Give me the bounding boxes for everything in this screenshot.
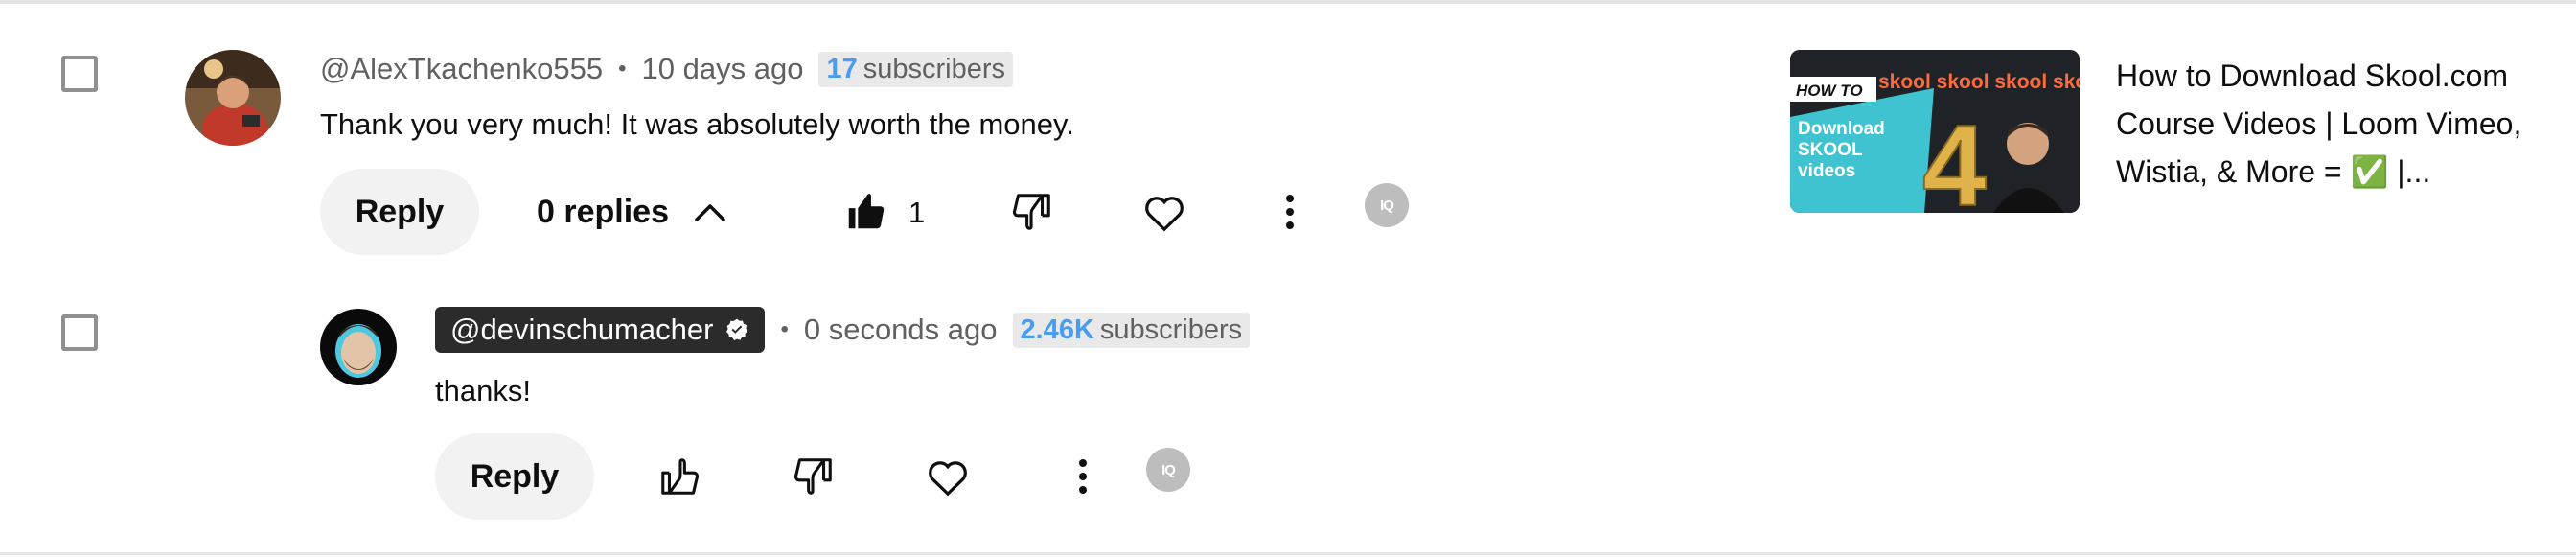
more-vert-icon[interactable]: [1284, 192, 1296, 232]
thumbs-up-icon[interactable]: [657, 454, 702, 499]
author-name[interactable]: @AlexTkachenko555: [320, 52, 603, 86]
video-title-text: How to Download Skool.com Course Videos …: [2116, 58, 2522, 189]
like-count: 1: [908, 196, 926, 229]
heart-icon[interactable]: [1142, 192, 1186, 232]
extension-iq-icon[interactable]: IQ: [1365, 183, 1409, 227]
more-vert-icon[interactable]: [1077, 456, 1089, 497]
avatar[interactable]: [320, 309, 397, 385]
subscriber-label: subscribers: [862, 53, 1006, 84]
subscriber-badge: 2.46K subscribers: [1012, 312, 1251, 348]
bottom-divider: [0, 552, 2576, 555]
thumbs-up-filled-icon[interactable]: [843, 190, 887, 234]
reply-button[interactable]: Reply: [320, 169, 479, 255]
heart-icon[interactable]: [926, 456, 970, 497]
comment-header: @devinschumacher • 0 seconds ago 2.46K s…: [435, 305, 1251, 355]
subscriber-badge: 17 subscribers: [818, 51, 1014, 87]
replies-label: 0 replies: [537, 193, 669, 230]
subscriber-label: subscribers: [1099, 314, 1243, 345]
avatar[interactable]: [185, 50, 281, 146]
subscriber-count: 17: [826, 53, 858, 84]
video-title[interactable]: How to Download Skool.com Course Videos …: [2116, 52, 2538, 196]
extension-iq-icon[interactable]: IQ: [1146, 448, 1190, 492]
comment-text: thanks!: [435, 374, 531, 407]
chevron-up-icon: [695, 204, 725, 221]
video-thumbnail[interactable]: HOW TO skool skool skool skoo Download S…: [1790, 50, 2080, 213]
subscriber-count: 2.46K: [1020, 314, 1094, 345]
thumbs-down-icon[interactable]: [792, 454, 836, 499]
author-name: @devinschumacher: [450, 313, 714, 346]
comment-text: Thank you very much! It was absolutely w…: [320, 107, 1074, 141]
thumb-number: 4: [1922, 102, 1987, 213]
thumbs-down-icon[interactable]: [1010, 190, 1054, 234]
reply-button[interactable]: Reply: [435, 433, 594, 520]
comment-header: @AlexTkachenko555 • 10 days ago 17 subsc…: [320, 50, 1014, 88]
comment-select-checkbox[interactable]: [61, 56, 98, 92]
comment-select-checkbox[interactable]: [61, 314, 98, 351]
thumb-body-line-1: Download: [1798, 119, 1885, 139]
separator-dot: •: [780, 316, 789, 342]
thumb-body-line-3: videos: [1798, 161, 1855, 181]
thumb-brand-text: skool skool skool skoo: [1878, 71, 2080, 93]
channel-owner-badge[interactable]: @devinschumacher: [435, 307, 766, 353]
separator-dot: •: [618, 56, 627, 81]
verified-icon: [726, 318, 748, 340]
replies-toggle[interactable]: 0 replies: [537, 192, 726, 232]
comment-time[interactable]: 0 seconds ago: [804, 313, 998, 347]
thumb-howto-text: HOW TO: [1796, 81, 1863, 100]
thumb-body-line-2: SKOOL: [1798, 140, 1863, 160]
top-divider: [0, 0, 2576, 4]
comment-time[interactable]: 10 days ago: [642, 52, 804, 86]
